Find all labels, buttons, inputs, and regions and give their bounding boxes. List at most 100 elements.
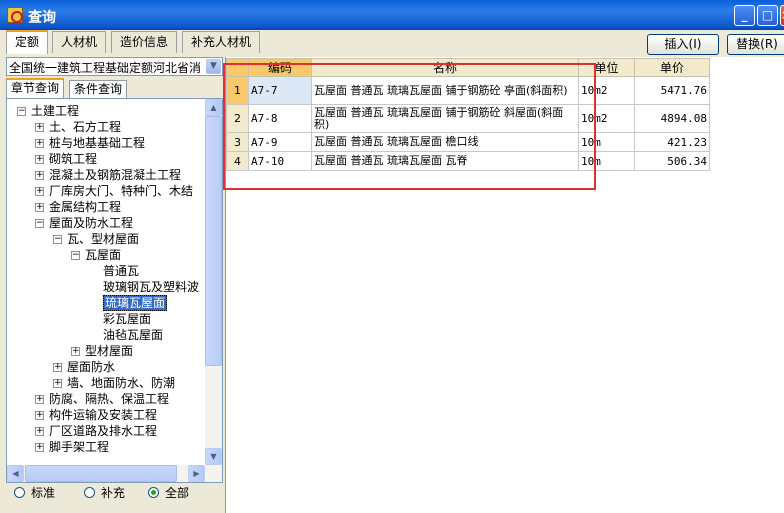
expand-icon[interactable]: +: [35, 443, 44, 452]
expand-icon[interactable]: +: [35, 155, 44, 164]
header-name[interactable]: 名称: [311, 58, 579, 77]
minimize-button[interactable]: _: [734, 5, 755, 26]
tree-node[interactable]: − 土建工程: [7, 103, 205, 119]
tree-node[interactable]: + 土、石方工程: [7, 119, 205, 135]
quota-table: 编码 名称 单位 单价 1 A7-7 瓦屋面 普通瓦 琉璃瓦屋面 铺于钢筋砼 亭…: [226, 58, 710, 171]
tree-node[interactable]: + 厂库房大门、特种门、木结: [7, 183, 205, 199]
maximize-button[interactable]: □: [757, 5, 778, 26]
tree-node-label[interactable]: 金属结构工程: [49, 200, 121, 214]
tree-node-label[interactable]: 混凝土及钢筋混凝土工程: [49, 168, 181, 182]
tree-node[interactable]: 普通瓦: [7, 263, 205, 279]
expand-icon[interactable]: +: [35, 187, 44, 196]
quota-library-dropdown[interactable]: 全国统一建筑工程基础定额河北省消 ▼: [6, 57, 223, 76]
tree-node[interactable]: + 墙、地面防水、防潮: [7, 375, 205, 391]
scroll-left-icon[interactable]: ◀: [7, 465, 24, 482]
horizontal-scrollbar[interactable]: ◀ ▶: [7, 465, 222, 482]
tree-node-label[interactable]: 屋面防水: [67, 360, 115, 374]
tree-node[interactable]: + 屋面防水: [7, 359, 205, 375]
tree-node-label[interactable]: 土、石方工程: [49, 120, 121, 134]
tree-node[interactable]: + 构件运输及安装工程: [7, 407, 205, 423]
tree-node[interactable]: + 防腐、隔热、保温工程: [7, 391, 205, 407]
tree-node[interactable]: 油毡瓦屋面: [7, 327, 205, 343]
tree-node[interactable]: + 型材屋面: [7, 343, 205, 359]
collapse-icon[interactable]: −: [35, 219, 44, 228]
expand-icon[interactable]: +: [71, 347, 80, 356]
tree-node-label[interactable]: 构件运输及安装工程: [49, 408, 157, 422]
tree-node-label[interactable]: 墙、地面防水、防潮: [67, 376, 175, 390]
collapse-icon[interactable]: −: [71, 251, 80, 260]
expand-icon[interactable]: +: [35, 139, 44, 148]
tab-chapter-query[interactable]: 章节查询: [6, 78, 65, 98]
tree-node[interactable]: − 屋面及防水工程: [7, 215, 205, 231]
scroll-up-icon[interactable]: ▲: [205, 99, 222, 116]
table-row[interactable]: 1 A7-7 瓦屋面 普通瓦 琉璃瓦屋面 铺于钢筋砼 亭面(斜面积) 10m2 …: [226, 76, 710, 105]
expand-icon[interactable]: +: [53, 379, 62, 388]
window-title: 查询: [28, 10, 56, 26]
tree-node-label[interactable]: 彩瓦屋面: [103, 312, 151, 326]
tree-node[interactable]: 琉璃瓦屋面: [7, 295, 205, 311]
tree-node[interactable]: − 瓦、型材屋面: [7, 231, 205, 247]
table-row[interactable]: 3 A7-9 瓦屋面 普通瓦 琉璃瓦屋面 檐口线 10m 421.23: [226, 132, 710, 152]
tree-node-label[interactable]: 脚手架工程: [49, 440, 109, 453]
tree-node-label[interactable]: 屋面及防水工程: [49, 216, 133, 230]
tree-node-label[interactable]: 厂区道路及排水工程: [49, 424, 157, 438]
scroll-thumb[interactable]: [205, 116, 222, 366]
tree-node-label[interactable]: 玻璃钢瓦及塑料波: [103, 280, 199, 294]
tree-node-label[interactable]: 厂库房大门、特种门、木结: [49, 184, 193, 198]
tree-node-label[interactable]: 砌筑工程: [49, 152, 97, 166]
tab-supplement-lmm[interactable]: 补充人材机: [182, 31, 261, 53]
radio-dot-icon: [14, 487, 25, 498]
radio-standard[interactable]: 标准: [14, 484, 55, 501]
table-row[interactable]: 2 A7-8 瓦屋面 普通瓦 琉璃瓦屋面 铺于钢筋砼 斜屋面(斜面积) 10m2…: [226, 104, 710, 133]
header-price[interactable]: 单价: [634, 58, 710, 77]
tree-node[interactable]: + 砌筑工程: [7, 151, 205, 167]
radio-supplement[interactable]: 补充: [84, 484, 125, 501]
tree-node-label[interactable]: 防腐、隔热、保温工程: [49, 392, 169, 406]
tree-node[interactable]: + 厂区道路及排水工程: [7, 423, 205, 439]
tree-node-label[interactable]: 油毡瓦屋面: [103, 328, 163, 342]
tab-labor-material-machine[interactable]: 人材机: [52, 31, 107, 53]
expand-icon[interactable]: +: [35, 171, 44, 180]
expand-icon[interactable]: +: [53, 363, 62, 372]
radio-all[interactable]: 全部: [148, 484, 189, 501]
expand-icon[interactable]: +: [35, 427, 44, 436]
tab-price-info[interactable]: 造价信息: [111, 31, 178, 53]
collapse-icon[interactable]: −: [17, 107, 26, 116]
title-bar[interactable]: 查询 _ □ ×: [0, 0, 784, 30]
tree-node-label[interactable]: 型材屋面: [85, 344, 133, 358]
tab-condition-query[interactable]: 条件查询: [69, 80, 128, 98]
chevron-down-icon[interactable]: ▼: [206, 59, 221, 74]
hscroll-thumb[interactable]: [25, 465, 177, 482]
tree-node[interactable]: + 混凝土及钢筋混凝土工程: [7, 167, 205, 183]
tab-quota[interactable]: 定额: [6, 30, 49, 54]
header-unit[interactable]: 单位: [578, 58, 635, 77]
tree-node[interactable]: − 瓦屋面: [7, 247, 205, 263]
scroll-right-icon[interactable]: ▶: [188, 465, 205, 482]
collapse-icon[interactable]: −: [53, 235, 62, 244]
expand-icon[interactable]: +: [35, 395, 44, 404]
tree-node[interactable]: + 金属结构工程: [7, 199, 205, 215]
vertical-scrollbar[interactable]: ▲ ▼: [205, 99, 222, 465]
tree-node-label[interactable]: 普通瓦: [103, 264, 139, 278]
tree-node-label[interactable]: 琉璃瓦屋面: [103, 295, 168, 311]
tree-node[interactable]: + 桩与地基基础工程: [7, 135, 205, 151]
replace-button[interactable]: 替换(R): [727, 34, 784, 55]
tree-node-label[interactable]: 瓦、型材屋面: [67, 232, 139, 246]
close-button[interactable]: ×: [780, 5, 784, 26]
tree-node-label[interactable]: 瓦屋面: [85, 248, 121, 262]
expand-icon[interactable]: +: [35, 411, 44, 420]
tree-node[interactable]: 玻璃钢瓦及塑料波: [7, 279, 205, 295]
result-panel: 编码 名称 单位 单价 1 A7-7 瓦屋面 普通瓦 琉璃瓦屋面 铺于钢筋砼 亭…: [225, 57, 784, 513]
scroll-down-icon[interactable]: ▼: [205, 448, 222, 465]
expand-icon[interactable]: +: [35, 203, 44, 212]
tree-node[interactable]: 彩瓦屋面: [7, 311, 205, 327]
tree-rows: − 土建工程 + 土、石方工程 + 桩与地基基础工程 + 砌筑工程 + 混凝土及钢筋混凝土工程 + 厂…: [7, 103, 205, 453]
insert-button[interactable]: 插入(I): [647, 34, 719, 55]
table-row[interactable]: 4 A7-10 瓦屋面 普通瓦 琉璃瓦屋面 瓦脊 10m 506.34: [226, 151, 710, 171]
tree-node-label[interactable]: 土建工程: [31, 104, 79, 118]
header-code[interactable]: 编码: [248, 58, 312, 77]
left-panel: 全国统一建筑工程基础定额河北省消 ▼ 章节查询 条件查询 − 土建工程 + 土、石方工…: [6, 57, 223, 505]
tree-node[interactable]: + 脚手架工程: [7, 439, 205, 453]
tree-node-label[interactable]: 桩与地基基础工程: [49, 136, 145, 150]
expand-icon[interactable]: +: [35, 123, 44, 132]
